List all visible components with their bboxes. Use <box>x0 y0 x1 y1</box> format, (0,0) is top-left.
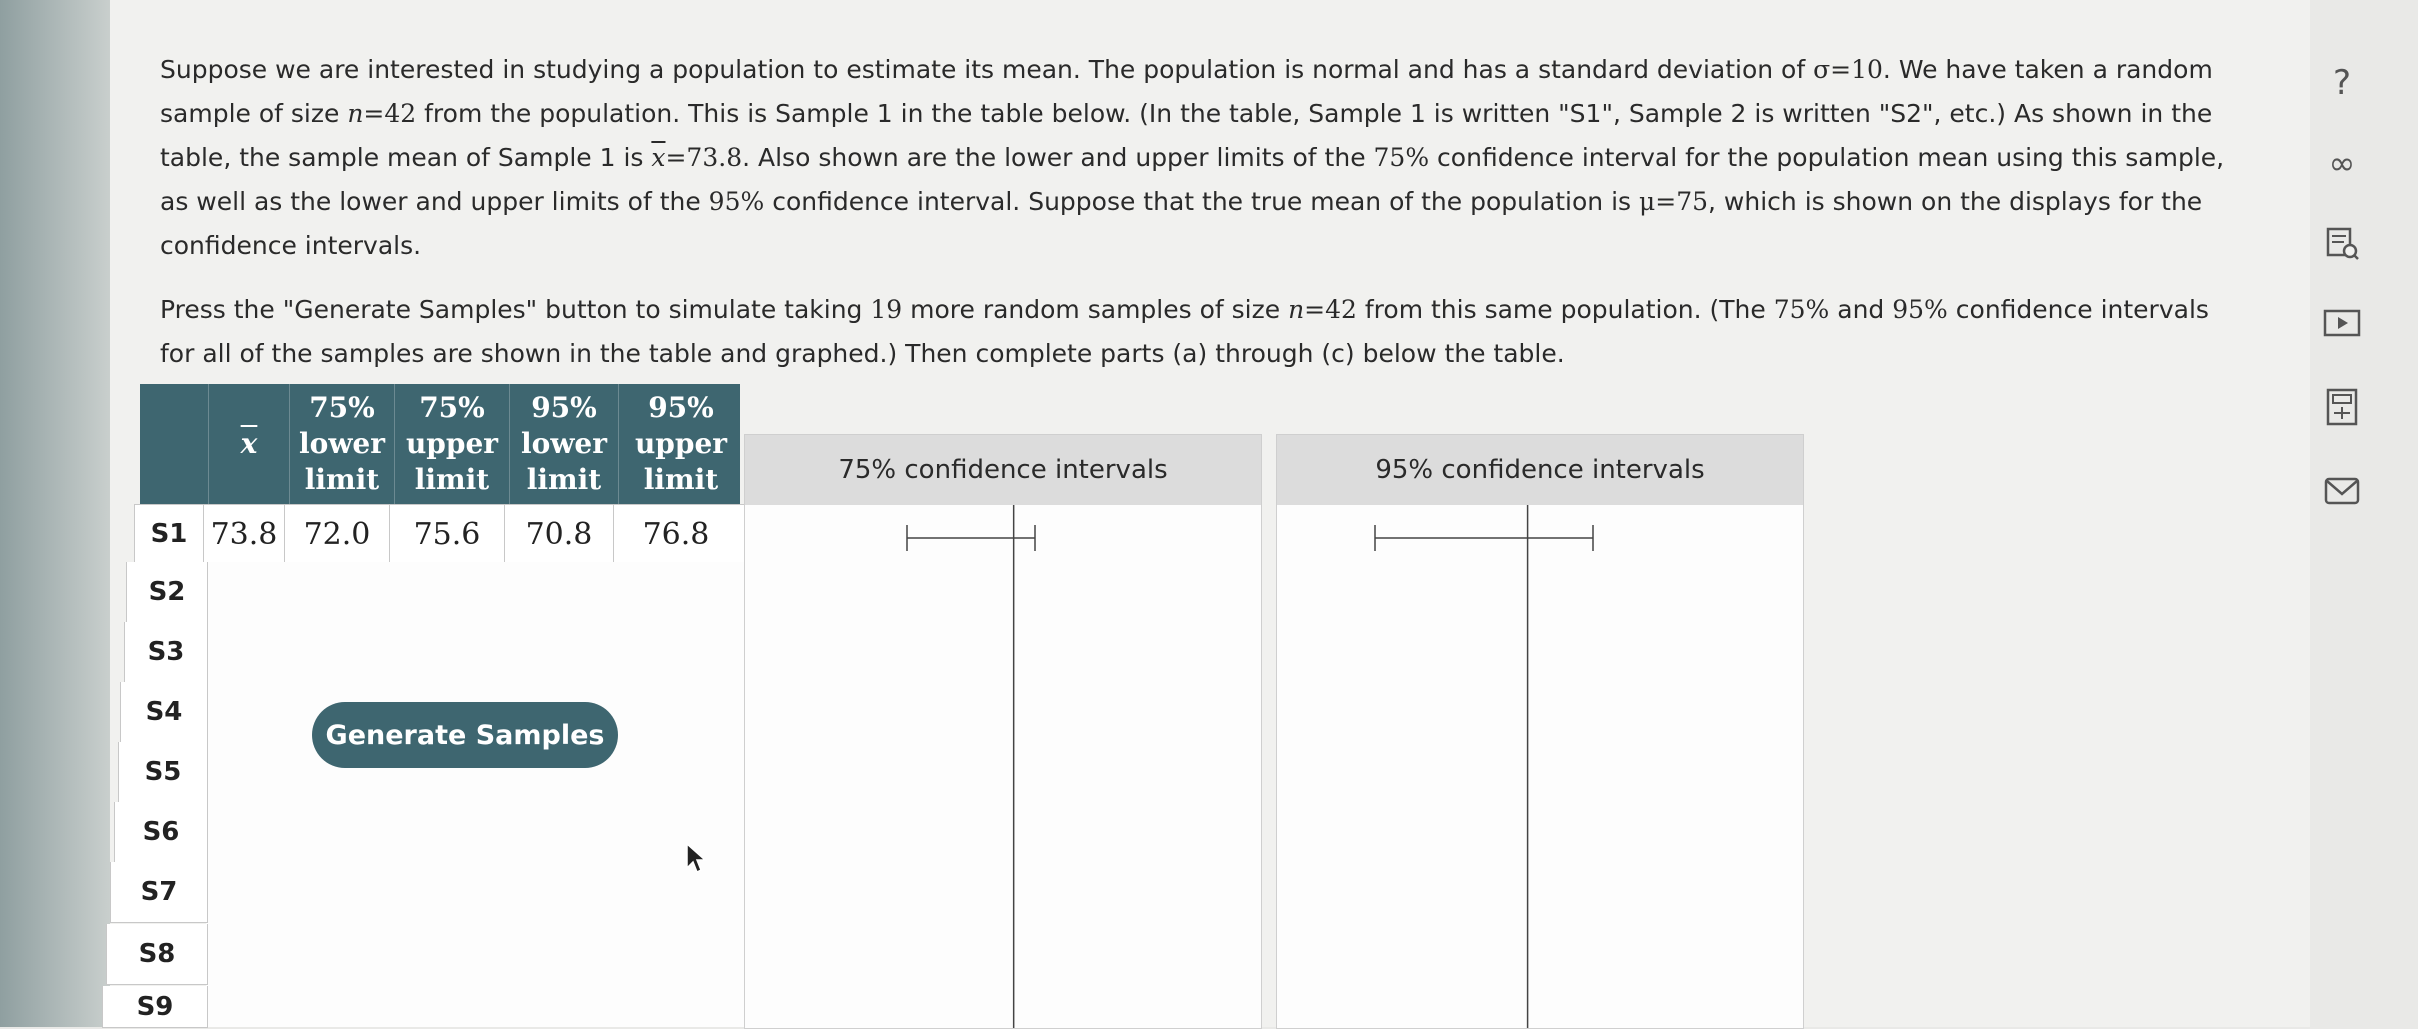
header-95-upper: 95% upper limit <box>618 384 743 504</box>
row-label-s4: S4 <box>120 682 208 743</box>
header-xbar: x <box>208 384 289 504</box>
header-75-upper: 75% upper limit <box>394 384 509 504</box>
generate-samples-button[interactable]: Generate Samples <box>312 702 618 768</box>
header-75-lower: 75% lower limit <box>289 384 394 504</box>
cell-75-lower: 72.0 <box>284 505 389 563</box>
textbook-icon[interactable] <box>2310 216 2374 270</box>
panel-75-intervals: 75% confidence intervals <box>744 434 1262 1029</box>
paragraph-2: Press the "Generate Samples" button to s… <box>160 295 2209 368</box>
cell-xbar: 73.8 <box>203 505 284 563</box>
table-header: x 75% lower limit 75% upper limit 95% lower li… <box>140 384 740 504</box>
cell-75-upper: 75.6 <box>389 505 504 563</box>
row-label-s1: S1 <box>150 519 188 549</box>
panel-95-intervals: 95% confidence intervals <box>1276 434 1804 1029</box>
textbook-icon-svg <box>2326 227 2359 260</box>
paragraph-1: Suppose we are interested in studying a … <box>160 55 2225 260</box>
header-95-lower: 95% lower limit <box>509 384 618 504</box>
row-label-s9: S9 <box>102 986 208 1028</box>
mail-icon[interactable] <box>2310 464 2374 518</box>
mail-icon-svg <box>2324 477 2360 505</box>
help-icon[interactable]: ? <box>2310 56 2374 110</box>
calculator-icon-svg <box>2326 388 2358 426</box>
video-icon-svg <box>2323 309 2361 337</box>
infinity-icon[interactable]: ∞ <box>2310 136 2374 190</box>
table-row: S1 73.8 72.0 75.6 70.8 76.8 <box>134 504 746 564</box>
row-label-s8: S8 <box>106 924 208 985</box>
cell-95-upper: 76.8 <box>613 505 738 563</box>
left-background <box>0 0 110 1027</box>
row-label-s6: S6 <box>114 802 208 863</box>
row-label-s3: S3 <box>124 622 208 683</box>
chart-95 <box>1374 505 1594 1028</box>
problem-statement: Suppose we are interested in studying a … <box>160 48 2240 396</box>
header-corner <box>140 384 208 504</box>
calculator-icon[interactable] <box>2310 380 2374 434</box>
row-label-s7: S7 <box>110 862 208 923</box>
chart-75 <box>906 505 1036 1028</box>
mouse-cursor-icon <box>686 842 707 874</box>
row-label-s5: S5 <box>118 742 208 803</box>
table-body-empty <box>206 562 745 1027</box>
video-icon[interactable] <box>2310 296 2374 350</box>
cell-95-lower: 70.8 <box>504 505 613 563</box>
row-label-s2: S2 <box>126 562 208 623</box>
